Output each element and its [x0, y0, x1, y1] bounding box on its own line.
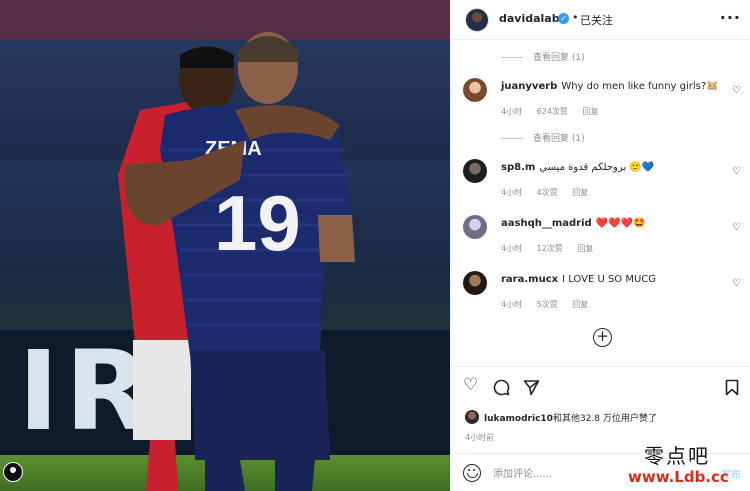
- comment-meta: 4小时 624次赞 回复: [501, 106, 610, 117]
- commenter-avatar[interactable]: [463, 159, 487, 183]
- commenter-avatar[interactable]: [463, 271, 487, 295]
- post-image[interactable]: IRI ZEMA 19: [0, 0, 450, 491]
- comment-item: sp8.m بروحلكم قدوة ميسي 🙂💙 4小时 4次赞 回复 ♡: [451, 159, 750, 209]
- commenter-username[interactable]: aashqh__madrid: [501, 218, 592, 229]
- comment-body: sp8.m بروحلكم قدوة ميسي 🙂💙: [501, 162, 654, 173]
- post-actions: ♡: [451, 366, 750, 406]
- comment-time[interactable]: 4小时: [501, 300, 522, 309]
- more-icon[interactable]: ···: [720, 8, 741, 27]
- comment-time[interactable]: 4小时: [501, 188, 522, 197]
- emoji-icon[interactable]: [463, 464, 481, 482]
- like-comment-heart-icon[interactable]: ♡: [732, 166, 741, 177]
- comment-input[interactable]: 添加评论......: [493, 465, 552, 480]
- comment-item: rara.mucx I LOVE U SO MUCG 4小时 5次赞 回复 ♡: [451, 271, 750, 321]
- commenter-avatar[interactable]: [463, 78, 487, 102]
- comment-time[interactable]: 4小时: [501, 107, 522, 116]
- like-comment-heart-icon[interactable]: ♡: [732, 85, 741, 96]
- author-avatar[interactable]: [465, 8, 489, 32]
- likes-count-text: 和其他32.8 万位用户赞了: [552, 414, 657, 424]
- post-timestamp[interactable]: 4小时前: [465, 432, 494, 443]
- replies-divider: [501, 138, 523, 139]
- commenter-username[interactable]: rara.mucx: [501, 274, 558, 285]
- load-more-comments-icon[interactable]: +: [593, 328, 612, 347]
- watermark: 零点吧 www.Ldb.cc: [628, 440, 750, 491]
- comment-body: rara.mucx I LOVE U SO MUCG: [501, 274, 656, 285]
- commenter-username[interactable]: juanyverb: [501, 81, 557, 92]
- view-replies-label: 查看回复 (1): [533, 134, 585, 144]
- comment-body: juanyverb Why do men like funny girls?🐹: [501, 81, 719, 92]
- header-separator: •: [572, 11, 579, 24]
- verified-badge-icon: ✓: [558, 13, 569, 24]
- follow-status-button[interactable]: 已关注: [580, 12, 613, 28]
- post-header: davidalaba ✓ • 已关注 ···: [451, 0, 750, 40]
- like-heart-icon[interactable]: ♡: [463, 377, 478, 394]
- reply-button[interactable]: 回复: [577, 244, 593, 253]
- author-username[interactable]: davidalaba: [499, 12, 567, 25]
- view-replies-label: 查看回复 (1): [533, 53, 585, 63]
- like-comment-heart-icon[interactable]: ♡: [732, 278, 741, 289]
- post-sidebar: davidalaba ✓ • 已关注 ··· 查看回复 (1) juanyver…: [450, 0, 750, 491]
- comment-meta: 4小时 4次赞 回复: [501, 187, 600, 198]
- comment-time[interactable]: 4小时: [501, 244, 522, 253]
- tagged-users-icon[interactable]: [3, 462, 23, 482]
- comment-text: I LOVE U SO MUCG: [562, 274, 657, 285]
- comment-icon[interactable]: [493, 379, 510, 396]
- comment-likes[interactable]: 5次赞: [537, 300, 558, 309]
- comment-text: ❤️❤️❤️🤩: [595, 218, 646, 229]
- comment-meta: 4小时 5次赞 回复: [501, 299, 600, 310]
- view-replies-button[interactable]: 查看回复 (1): [501, 131, 585, 144]
- like-comment-heart-icon[interactable]: ♡: [732, 222, 741, 233]
- watermark-title: 零点吧: [644, 444, 710, 468]
- comment-likes[interactable]: 624次赞: [537, 107, 568, 116]
- replies-divider: [501, 57, 523, 58]
- liker-username[interactable]: lukamodric10: [484, 414, 553, 424]
- save-bookmark-icon[interactable]: [725, 379, 739, 396]
- reply-button[interactable]: 回复: [572, 188, 588, 197]
- comment-item: juanyverb Why do men like funny girls?🐹 4…: [451, 78, 750, 128]
- view-replies-button[interactable]: 查看回复 (1): [501, 50, 585, 63]
- share-icon[interactable]: [523, 379, 540, 396]
- reply-button[interactable]: 回复: [572, 300, 588, 309]
- watermark-url: www.Ldb.cc: [628, 468, 729, 486]
- comment-likes[interactable]: 4次赞: [537, 188, 558, 197]
- comment-item: aashqh__madrid ❤️❤️❤️🤩 4小时 12次赞 回复 ♡: [451, 215, 750, 265]
- comment-meta: 4小时 12次赞 回复: [501, 243, 605, 254]
- svg-text:19: 19: [214, 179, 301, 267]
- comment-text: بروحلكم قدوة ميسي 🙂💙: [539, 162, 655, 173]
- players-illustration: ZEMA 19: [118, 32, 355, 491]
- comment-body: aashqh__madrid ❤️❤️❤️🤩: [501, 218, 646, 229]
- liker-avatar[interactable]: [465, 410, 479, 424]
- likes-text[interactable]: lukamodric10和其他32.8 万位用户赞了: [484, 411, 657, 424]
- commenter-avatar[interactable]: [463, 215, 487, 239]
- likes-summary: lukamodric10和其他32.8 万位用户赞了: [451, 408, 750, 428]
- reply-button[interactable]: 回复: [582, 107, 598, 116]
- comment-text: Why do men like funny girls?🐹: [561, 81, 719, 92]
- commenter-username[interactable]: sp8.m: [501, 162, 535, 173]
- comment-likes[interactable]: 12次赞: [537, 244, 563, 253]
